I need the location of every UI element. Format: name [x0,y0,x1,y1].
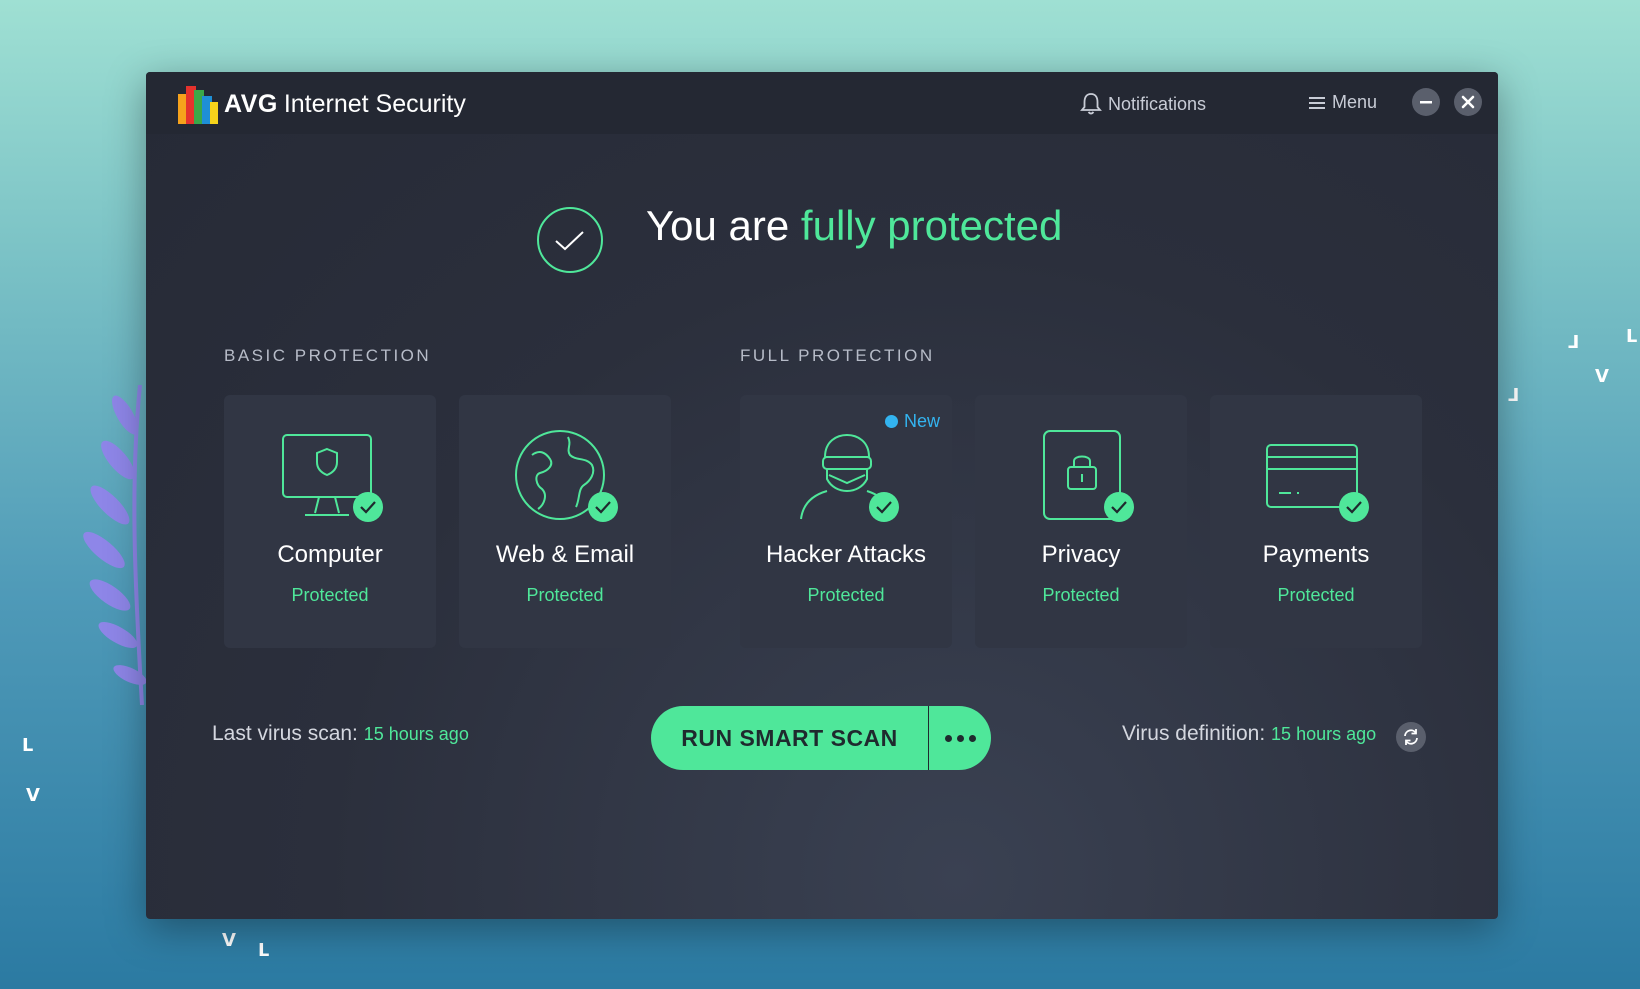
sparkle-decoration: ᐯ [1595,366,1609,386]
more-dot-icon [956,734,964,742]
sparkle-decoration: ᒪ [22,735,34,755]
last-virus-scan: Last virus scan: 15 hours ago [212,722,469,746]
card-name: Computer [277,541,383,568]
notifications-button[interactable]: Notifications [1080,92,1206,116]
more-dot-icon [944,734,952,742]
card-computer[interactable]: Computer Protected [224,395,436,648]
new-badge-label: New [903,411,940,431]
avg-logo-icon [178,86,218,124]
basic-protection-label: BASIC PROTECTION [224,346,432,365]
app-window: AVGInternet Security Notifications Menu [146,72,1498,919]
title-bar: AVG Internet Security Notifications Menu [146,72,1498,134]
card-name: Privacy [1041,541,1121,568]
card-hacker-attacks[interactable]: New Hacker Attacks Protected [740,395,952,648]
sparkle-decoration: ᐯ [222,930,236,950]
status-prefix: You are [646,202,790,249]
full-protection-label: FULL PROTECTION [740,346,935,365]
sparkle-decoration: ᒪ [258,940,270,960]
close-icon [1461,95,1475,109]
smart-scan-button-group: RUN SMART SCAN [651,706,991,770]
close-button[interactable] [1454,88,1482,116]
app-brand: AVG [224,90,278,118]
minimize-icon [1420,101,1432,104]
scan-options-button[interactable] [929,706,991,770]
update-definitions-button[interactable] [1396,722,1426,752]
hamburger-menu-icon [1309,96,1325,109]
lock-phone-icon [1043,430,1134,522]
virus-definition: Virus definition: 15 hours ago [1122,722,1376,746]
card-privacy[interactable]: Privacy Protected [975,395,1187,648]
card-web-email[interactable]: Web & Email Protected [459,395,671,648]
minimize-button[interactable] [1412,88,1440,116]
sparkle-decoration: ᐯ [26,785,40,805]
run-smart-scan-button[interactable]: RUN SMART SCAN [651,706,929,770]
status-check-icon [537,207,603,273]
app-title: AVG Internet Security [224,90,466,119]
card-status: Protected [1042,585,1120,605]
card-name: Payments [1262,541,1370,568]
card-name: Web & Email [495,541,635,568]
bell-icon [1080,93,1102,115]
hacker-icon [800,433,899,522]
card-name: Hacker Attacks [765,541,927,568]
credit-card-icon [1266,444,1369,522]
virus-def-value: 15 hours ago [1271,724,1377,744]
sparkle-decoration: ᒪ [1626,326,1638,346]
card-status: Protected [291,585,369,605]
status-highlight: fully protected [800,202,1063,249]
menu-label: Menu [1332,92,1378,112]
notifications-label: Notifications [1108,93,1207,114]
last-scan-label: Last virus scan: [212,722,358,745]
sparkle-decoration: ᒧ [1508,385,1520,405]
card-status: Protected [526,585,604,605]
sparkle-decoration: ᒧ [1568,332,1580,352]
card-status: Protected [807,585,885,605]
more-dot-icon [968,734,976,742]
card-status: Protected [1277,585,1355,605]
card-payments[interactable]: Payments Protected [1210,395,1422,648]
app-name: Internet Security [283,90,466,118]
virus-def-label: Virus definition: [1122,722,1266,745]
protection-status: You are fully protected [646,202,1062,250]
globe-icon [515,430,618,522]
last-scan-value: 15 hours ago [363,724,469,744]
menu-button[interactable]: Menu [1308,92,1377,113]
refresh-icon [1404,729,1418,745]
new-dot-icon [884,415,898,428]
monitor-shield-icon [282,434,383,522]
